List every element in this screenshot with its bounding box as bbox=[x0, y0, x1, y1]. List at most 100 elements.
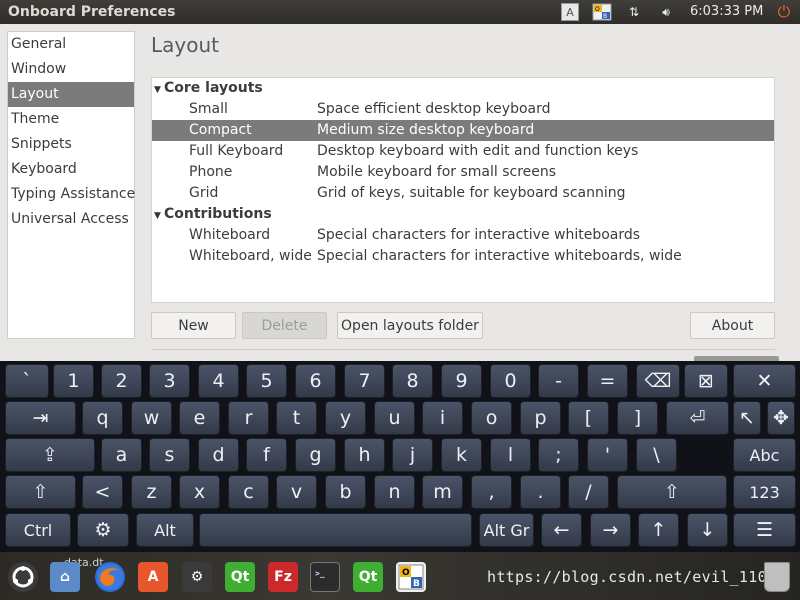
key-3-10[interactable]: . bbox=[520, 475, 561, 509]
key-2-5[interactable]: g bbox=[295, 438, 336, 472]
key-1-10[interactable]: p bbox=[520, 401, 561, 435]
key-1-9[interactable]: o bbox=[471, 401, 512, 435]
key-3-3[interactable]: x bbox=[179, 475, 220, 509]
key-1-7[interactable]: u bbox=[374, 401, 415, 435]
layout-row[interactable]: Whiteboard, wide Special characters for i… bbox=[152, 246, 774, 267]
firefox-icon[interactable] bbox=[95, 562, 125, 592]
layout-row[interactable]: Grid Grid of keys, suitable for keyboard … bbox=[152, 183, 774, 204]
key-3-2[interactable]: z bbox=[131, 475, 172, 509]
key-2-7[interactable]: j bbox=[392, 438, 433, 472]
key-2-3[interactable]: d bbox=[198, 438, 239, 472]
up-arrow-key[interactable]: ↑ bbox=[638, 513, 679, 547]
backspace-key[interactable]: ⌫ bbox=[636, 364, 680, 398]
key-2-6[interactable]: h bbox=[344, 438, 385, 472]
key-1-12[interactable]: ] bbox=[617, 401, 658, 435]
key-1-1[interactable]: q bbox=[82, 401, 123, 435]
key-3-4[interactable]: c bbox=[228, 475, 269, 509]
sidebar-item-window[interactable]: Window bbox=[8, 57, 134, 82]
key-2-2[interactable]: s bbox=[149, 438, 190, 472]
terminal-icon[interactable]: >_ bbox=[310, 562, 340, 592]
qt-creator-icon[interactable]: Qt bbox=[225, 562, 255, 592]
alt-gr-key[interactable]: Alt Gr bbox=[479, 513, 534, 547]
caps-lock-key[interactable]: ⇪ bbox=[5, 438, 95, 472]
close-keyboard-key[interactable]: ✕ bbox=[733, 364, 796, 398]
left-arrow-key[interactable]: ← bbox=[541, 513, 582, 547]
key-0-4[interactable]: 4 bbox=[198, 364, 239, 398]
delete-button[interactable]: Delete bbox=[242, 312, 327, 339]
layout-row[interactable]: Phone Mobile keyboard for small screens bbox=[152, 162, 774, 183]
home-folder-icon[interactable]: ⌂ bbox=[50, 562, 80, 592]
expander-arrow-icon[interactable]: ▼ bbox=[154, 80, 164, 101]
right-arrow-key[interactable]: → bbox=[590, 513, 631, 547]
layout-group[interactable]: ▼ Contributions bbox=[152, 204, 774, 225]
layout-row[interactable]: Whiteboard Special characters for interac… bbox=[152, 225, 774, 246]
onboard-app-icon[interactable]: OB bbox=[396, 562, 426, 592]
layout-row[interactable]: Small Space efficient desktop keyboard bbox=[152, 99, 774, 120]
expander-arrow-icon[interactable]: ▼ bbox=[154, 206, 164, 227]
space-key[interactable] bbox=[199, 513, 472, 547]
open-layouts-folder-button[interactable]: Open layouts folder bbox=[337, 312, 483, 339]
shift-key[interactable]: ⇧ bbox=[617, 475, 727, 509]
sidebar-item-snippets[interactable]: Snippets bbox=[8, 132, 134, 157]
key-2-1[interactable]: a bbox=[101, 438, 142, 472]
tab-key[interactable]: ⇥ bbox=[5, 401, 76, 435]
key-0-1[interactable]: 1 bbox=[53, 364, 94, 398]
key-0-3[interactable]: 3 bbox=[149, 364, 190, 398]
sidebar-item-layout[interactable]: Layout bbox=[8, 82, 134, 107]
key-1-11[interactable]: [ bbox=[568, 401, 609, 435]
key-1-2[interactable]: w bbox=[131, 401, 172, 435]
key-3-11[interactable]: / bbox=[568, 475, 609, 509]
software-center-icon[interactable]: A bbox=[138, 562, 168, 592]
system-settings-icon[interactable]: ⚙ bbox=[182, 562, 212, 592]
layout-group[interactable]: ▼ Core layouts bbox=[152, 78, 774, 99]
abc-key[interactable]: Abc bbox=[733, 438, 796, 472]
alt-key[interactable]: Alt bbox=[136, 513, 194, 547]
new-button[interactable]: New bbox=[151, 312, 236, 339]
key-0-0[interactable]: ` bbox=[5, 364, 49, 398]
delete-key[interactable]: ⊠ bbox=[684, 364, 728, 398]
key-0-8[interactable]: 8 bbox=[392, 364, 433, 398]
key-2-12[interactable]: \ bbox=[636, 438, 677, 472]
key-3-7[interactable]: n bbox=[374, 475, 415, 509]
move-keyboard-key[interactable]: ✥ bbox=[767, 401, 795, 435]
power-icon[interactable]: ⏻ bbox=[774, 2, 794, 22]
key-3-9[interactable]: , bbox=[471, 475, 512, 509]
sidebar-item-general[interactable]: General bbox=[8, 32, 134, 57]
filezilla-icon[interactable]: Fz bbox=[268, 562, 298, 592]
key-1-6[interactable]: y bbox=[325, 401, 366, 435]
key-0-2[interactable]: 2 bbox=[101, 364, 142, 398]
key-2-4[interactable]: f bbox=[246, 438, 287, 472]
sidebar-item-theme[interactable]: Theme bbox=[8, 107, 134, 132]
shift-key[interactable]: ⇧ bbox=[5, 475, 76, 509]
key-1-8[interactable]: i bbox=[422, 401, 463, 435]
layout-row[interactable]: Compact Medium size desktop keyboard bbox=[152, 120, 774, 141]
key-3-5[interactable]: v bbox=[276, 475, 317, 509]
numbers-key[interactable]: 123 bbox=[733, 475, 796, 509]
key-0-10[interactable]: 0 bbox=[490, 364, 531, 398]
key-0-7[interactable]: 7 bbox=[344, 364, 385, 398]
key-2-10[interactable]: ; bbox=[538, 438, 579, 472]
key-0-11[interactable]: - bbox=[538, 364, 579, 398]
key-0-5[interactable]: 5 bbox=[246, 364, 287, 398]
keyboard-indicator-icon[interactable]: A bbox=[561, 3, 579, 21]
key-3-6[interactable]: b bbox=[325, 475, 366, 509]
qt-designer-icon[interactable]: Qt bbox=[353, 562, 383, 592]
key-2-9[interactable]: l bbox=[490, 438, 531, 472]
sidebar-item-universal-access[interactable]: Universal Access bbox=[8, 207, 134, 232]
key-3-1[interactable]: < bbox=[82, 475, 123, 509]
key-2-8[interactable]: k bbox=[441, 438, 482, 472]
layout-row[interactable]: Full Keyboard Desktop keyboard with edit … bbox=[152, 141, 774, 162]
key-0-12[interactable]: = bbox=[587, 364, 628, 398]
key-1-5[interactable]: t bbox=[276, 401, 317, 435]
down-arrow-key[interactable]: ↓ bbox=[687, 513, 728, 547]
network-icon[interactable]: ⇅ bbox=[624, 3, 644, 21]
clock[interactable]: 6:03:33 PM bbox=[690, 4, 763, 19]
sidebar-item-keyboard[interactable]: Keyboard bbox=[8, 157, 134, 182]
key-0-6[interactable]: 6 bbox=[295, 364, 336, 398]
ubuntu-logo-icon[interactable] bbox=[8, 562, 38, 592]
layout-tree[interactable]: ▼ Core layouts Small Space efficient deskto… bbox=[151, 77, 775, 303]
onboard-tray-icon[interactable]: OB bbox=[592, 3, 612, 21]
trash-icon[interactable] bbox=[764, 562, 790, 592]
ctrl-key[interactable]: Ctrl bbox=[5, 513, 71, 547]
key-0-9[interactable]: 9 bbox=[441, 364, 482, 398]
